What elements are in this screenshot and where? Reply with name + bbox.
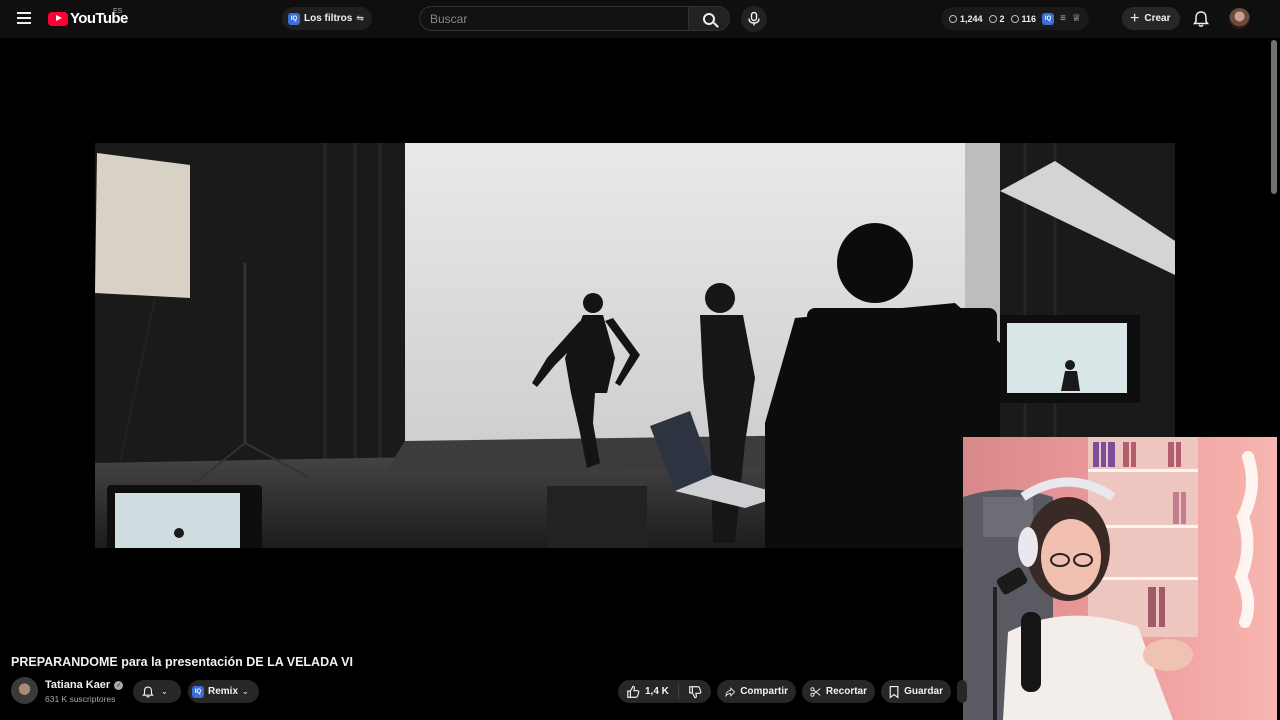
- youtube-logo-icon: [48, 11, 68, 26]
- clip-label: Recortar: [825, 686, 867, 697]
- chevron-down-icon: ⌄: [242, 687, 249, 696]
- youtube-logo[interactable]: YouTube ES: [48, 8, 128, 27]
- streamer-webcam: [963, 437, 1277, 720]
- bell-icon: [142, 686, 154, 698]
- share-button[interactable]: Compartir: [717, 680, 796, 703]
- voice-search-button[interactable]: [741, 6, 767, 32]
- thumbs-down-icon: [689, 685, 702, 698]
- stat-views: 1,244: [949, 14, 983, 24]
- plus-icon: +: [1130, 9, 1140, 27]
- search-input[interactable]: [419, 6, 689, 31]
- stat-three-value: 116: [1021, 13, 1037, 24]
- list-icon[interactable]: ≡: [1060, 13, 1066, 24]
- share-label: Compartir: [740, 686, 788, 697]
- filters-label: Los filtros: [304, 13, 353, 24]
- channel-name-link[interactable]: Tatiana Kaer ✓: [45, 679, 124, 691]
- stat-views-value: 1,244: [960, 13, 983, 24]
- dislike-button[interactable]: [679, 685, 702, 699]
- extension-icon[interactable]: IQ: [1042, 12, 1055, 25]
- subscriber-count: 631 K suscriptores: [45, 694, 116, 704]
- like-dislike-group: 1,4 K: [618, 680, 711, 703]
- clip-button[interactable]: Recortar: [802, 680, 875, 703]
- scissors-icon: [810, 686, 821, 697]
- like-count: 1,4 K: [645, 686, 669, 697]
- verified-icon: ✓: [114, 680, 124, 690]
- create-button[interactable]: + Crear: [1122, 7, 1181, 30]
- filters-button[interactable]: IQ Los filtros ⇋: [282, 7, 372, 30]
- tune-icon: ⇋: [356, 13, 364, 23]
- thumbs-up-icon: [627, 685, 640, 698]
- region-code: ES: [113, 8, 123, 15]
- search-button[interactable]: [688, 6, 730, 31]
- share-icon: [725, 686, 736, 697]
- account-avatar[interactable]: [1229, 8, 1250, 29]
- page-scrollbar[interactable]: [1271, 40, 1277, 194]
- extension-stats[interactable]: 1,244 2 116 IQ ≡ ♕: [941, 7, 1089, 30]
- channel-name: Tatiana Kaer: [45, 679, 111, 691]
- stat-two-value: 2: [999, 13, 1005, 24]
- extension-icon: IQ: [192, 685, 204, 698]
- mic-icon: [748, 12, 760, 26]
- notifications-button[interactable]: ⌄: [133, 680, 181, 703]
- extension-icon: IQ: [288, 12, 300, 25]
- save-button[interactable]: Guardar: [881, 680, 951, 703]
- webcam-feed: [963, 437, 1277, 720]
- save-label: Guardar: [904, 686, 943, 697]
- video-title: PREPARANDOME para la presentación DE LA …: [11, 655, 353, 669]
- menu-icon[interactable]: [14, 9, 34, 29]
- chevron-down-icon: ⌄: [161, 687, 168, 696]
- bookmark-icon: [889, 685, 899, 699]
- channel-avatar[interactable]: [11, 677, 38, 704]
- more-actions-button[interactable]: [957, 680, 967, 703]
- bell-icon[interactable]: [1191, 9, 1211, 29]
- stat-three: 116: [1010, 13, 1037, 24]
- eye-icon: [1010, 14, 1019, 23]
- stat-two: 2: [988, 13, 1005, 24]
- remix-button[interactable]: IQ Remix ⌄: [188, 680, 259, 703]
- trophy-icon[interactable]: ♕: [1072, 13, 1081, 24]
- remix-label: Remix: [208, 686, 239, 697]
- eye-icon: [988, 14, 997, 23]
- clock-icon: [949, 14, 957, 23]
- search-icon: [703, 12, 715, 25]
- like-button[interactable]: 1,4 K: [626, 684, 679, 699]
- create-label: Crear: [1144, 13, 1171, 24]
- top-bar: YouTube ES IQ Los filtros ⇋ 1,244 2 116 …: [0, 0, 1280, 38]
